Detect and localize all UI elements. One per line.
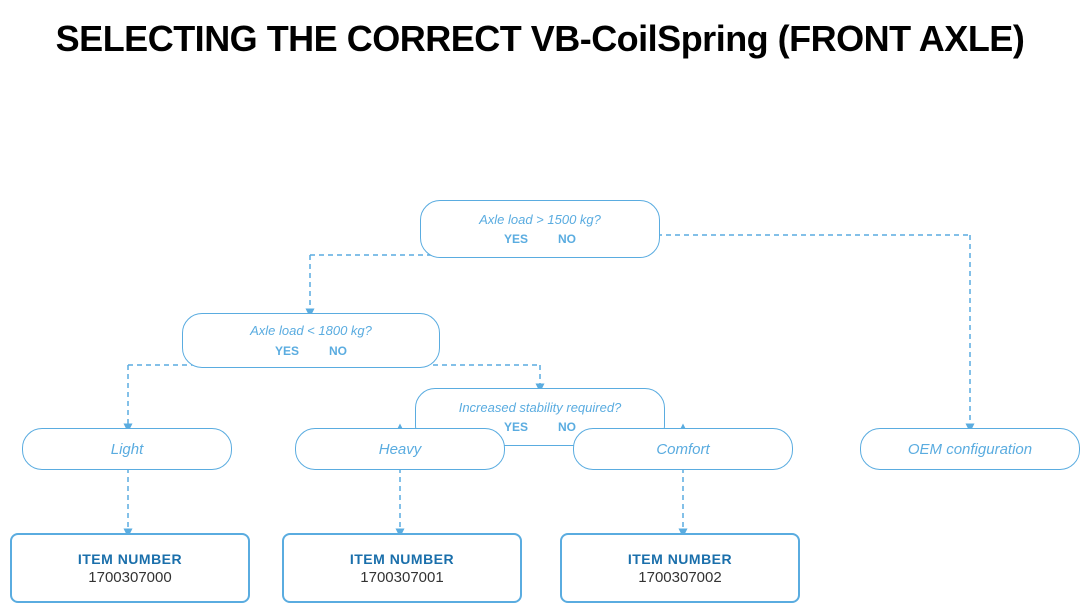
page-title: SELECTING THE CORRECT VB-CoilSpring (FRO…: [0, 0, 1080, 70]
decision2-no: NO: [329, 344, 347, 358]
item3-number: 1700307002: [638, 569, 721, 586]
item2-label: ITEM NUMBER: [350, 551, 454, 567]
item1-label: ITEM NUMBER: [78, 551, 182, 567]
result-comfort: Comfort: [573, 428, 793, 470]
decision3-yes: YES: [504, 420, 528, 434]
decision1-question: Axle load > 1500 kg?: [479, 212, 601, 229]
diagram-lines: [0, 70, 1080, 580]
decision2-question: Axle load < 1800 kg?: [250, 323, 372, 340]
item3-label: ITEM NUMBER: [628, 551, 732, 567]
decision3-question: Increased stability required?: [459, 400, 622, 417]
decision2-yes: YES: [275, 344, 299, 358]
result-light: Light: [22, 428, 232, 470]
item-box-2: ITEM NUMBER 1700307001: [282, 533, 522, 603]
item1-number: 1700307000: [88, 569, 171, 586]
decision-box-2: Axle load < 1800 kg? YES NO: [182, 313, 440, 368]
result-heavy: Heavy: [295, 428, 505, 470]
result-oem: OEM configuration: [860, 428, 1080, 470]
item2-number: 1700307001: [360, 569, 443, 586]
diagram-area: Axle load > 1500 kg? YES NO Axle load < …: [0, 70, 1080, 580]
decision-box-1: Axle load > 1500 kg? YES NO: [420, 200, 660, 258]
item-box-3: ITEM NUMBER 1700307002: [560, 533, 800, 603]
decision1-no: NO: [558, 232, 576, 246]
decision1-yes: YES: [504, 232, 528, 246]
decision3-no: NO: [558, 420, 576, 434]
item-box-1: ITEM NUMBER 1700307000: [10, 533, 250, 603]
